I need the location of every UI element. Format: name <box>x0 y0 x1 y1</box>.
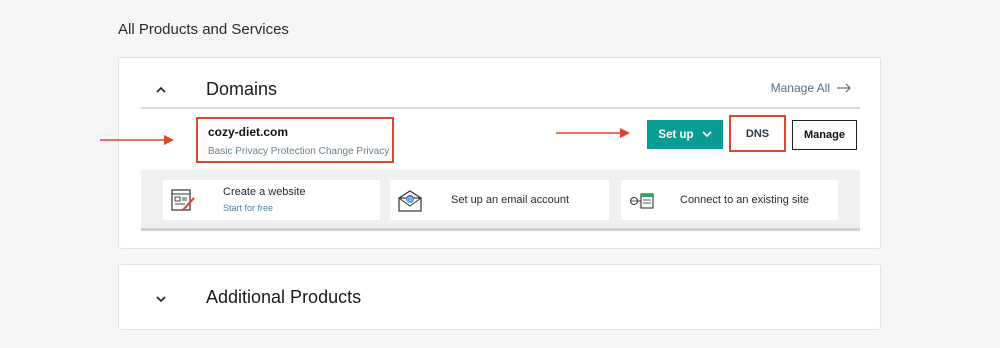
create-website-card[interactable]: Create a website Start for free <box>163 180 380 220</box>
email-account-title: Set up an email account <box>451 194 570 206</box>
manage-all-label: Manage All <box>770 81 830 95</box>
domain-info-highlight: cozy-diet.com Basic Privacy Protection C… <box>196 117 394 163</box>
manage-button[interactable]: Manage <box>792 120 857 150</box>
email-envelope-icon: @ <box>398 190 422 212</box>
chevron-up-icon[interactable] <box>155 84 167 96</box>
annotation-arrow-icon <box>100 135 174 145</box>
svg-text:@: @ <box>407 197 413 204</box>
annotation-arrow-icon <box>556 128 630 138</box>
quick-actions-strip: Create a website Start for free @ Set up… <box>141 170 860 229</box>
strip-underline <box>141 228 860 231</box>
setup-label: Set up <box>658 128 694 141</box>
change-privacy-link[interactable]: Change Privacy <box>319 146 390 157</box>
connect-site-title: Connect to an existing site <box>680 194 810 206</box>
manage-all-link[interactable]: Manage All <box>771 81 852 95</box>
email-account-card[interactable]: @ Set up an email account <box>390 180 609 220</box>
website-builder-icon <box>171 189 195 211</box>
connect-site-icon <box>630 193 654 209</box>
chevron-down-icon <box>701 131 712 138</box>
arrow-right-icon <box>837 83 851 93</box>
setup-button[interactable]: Set up <box>647 120 723 149</box>
domain-name-link[interactable]: cozy-diet.com <box>208 125 288 139</box>
domains-card: Domains Manage All cozy-diet.com Basic P… <box>118 57 881 249</box>
domain-subinfo: Basic Privacy Protection Change Privacy <box>208 146 389 157</box>
dns-button[interactable]: DNS <box>729 115 786 152</box>
domains-header[interactable]: Domains Manage All <box>119 58 880 108</box>
additional-products-card[interactable]: Additional Products <box>118 264 881 330</box>
additional-products-title: Additional Products <box>206 287 362 307</box>
domains-title: Domains <box>206 79 278 99</box>
domain-row: cozy-diet.com Basic Privacy Protection C… <box>141 109 860 169</box>
create-website-title: Create a website <box>223 186 306 198</box>
page-title: All Products and Services <box>118 21 289 38</box>
create-website-subtitle[interactable]: Start for free <box>223 203 273 213</box>
connect-site-card[interactable]: Connect to an existing site <box>621 180 838 220</box>
privacy-status: Basic Privacy Protection <box>208 146 316 157</box>
chevron-down-icon[interactable] <box>155 293 167 305</box>
